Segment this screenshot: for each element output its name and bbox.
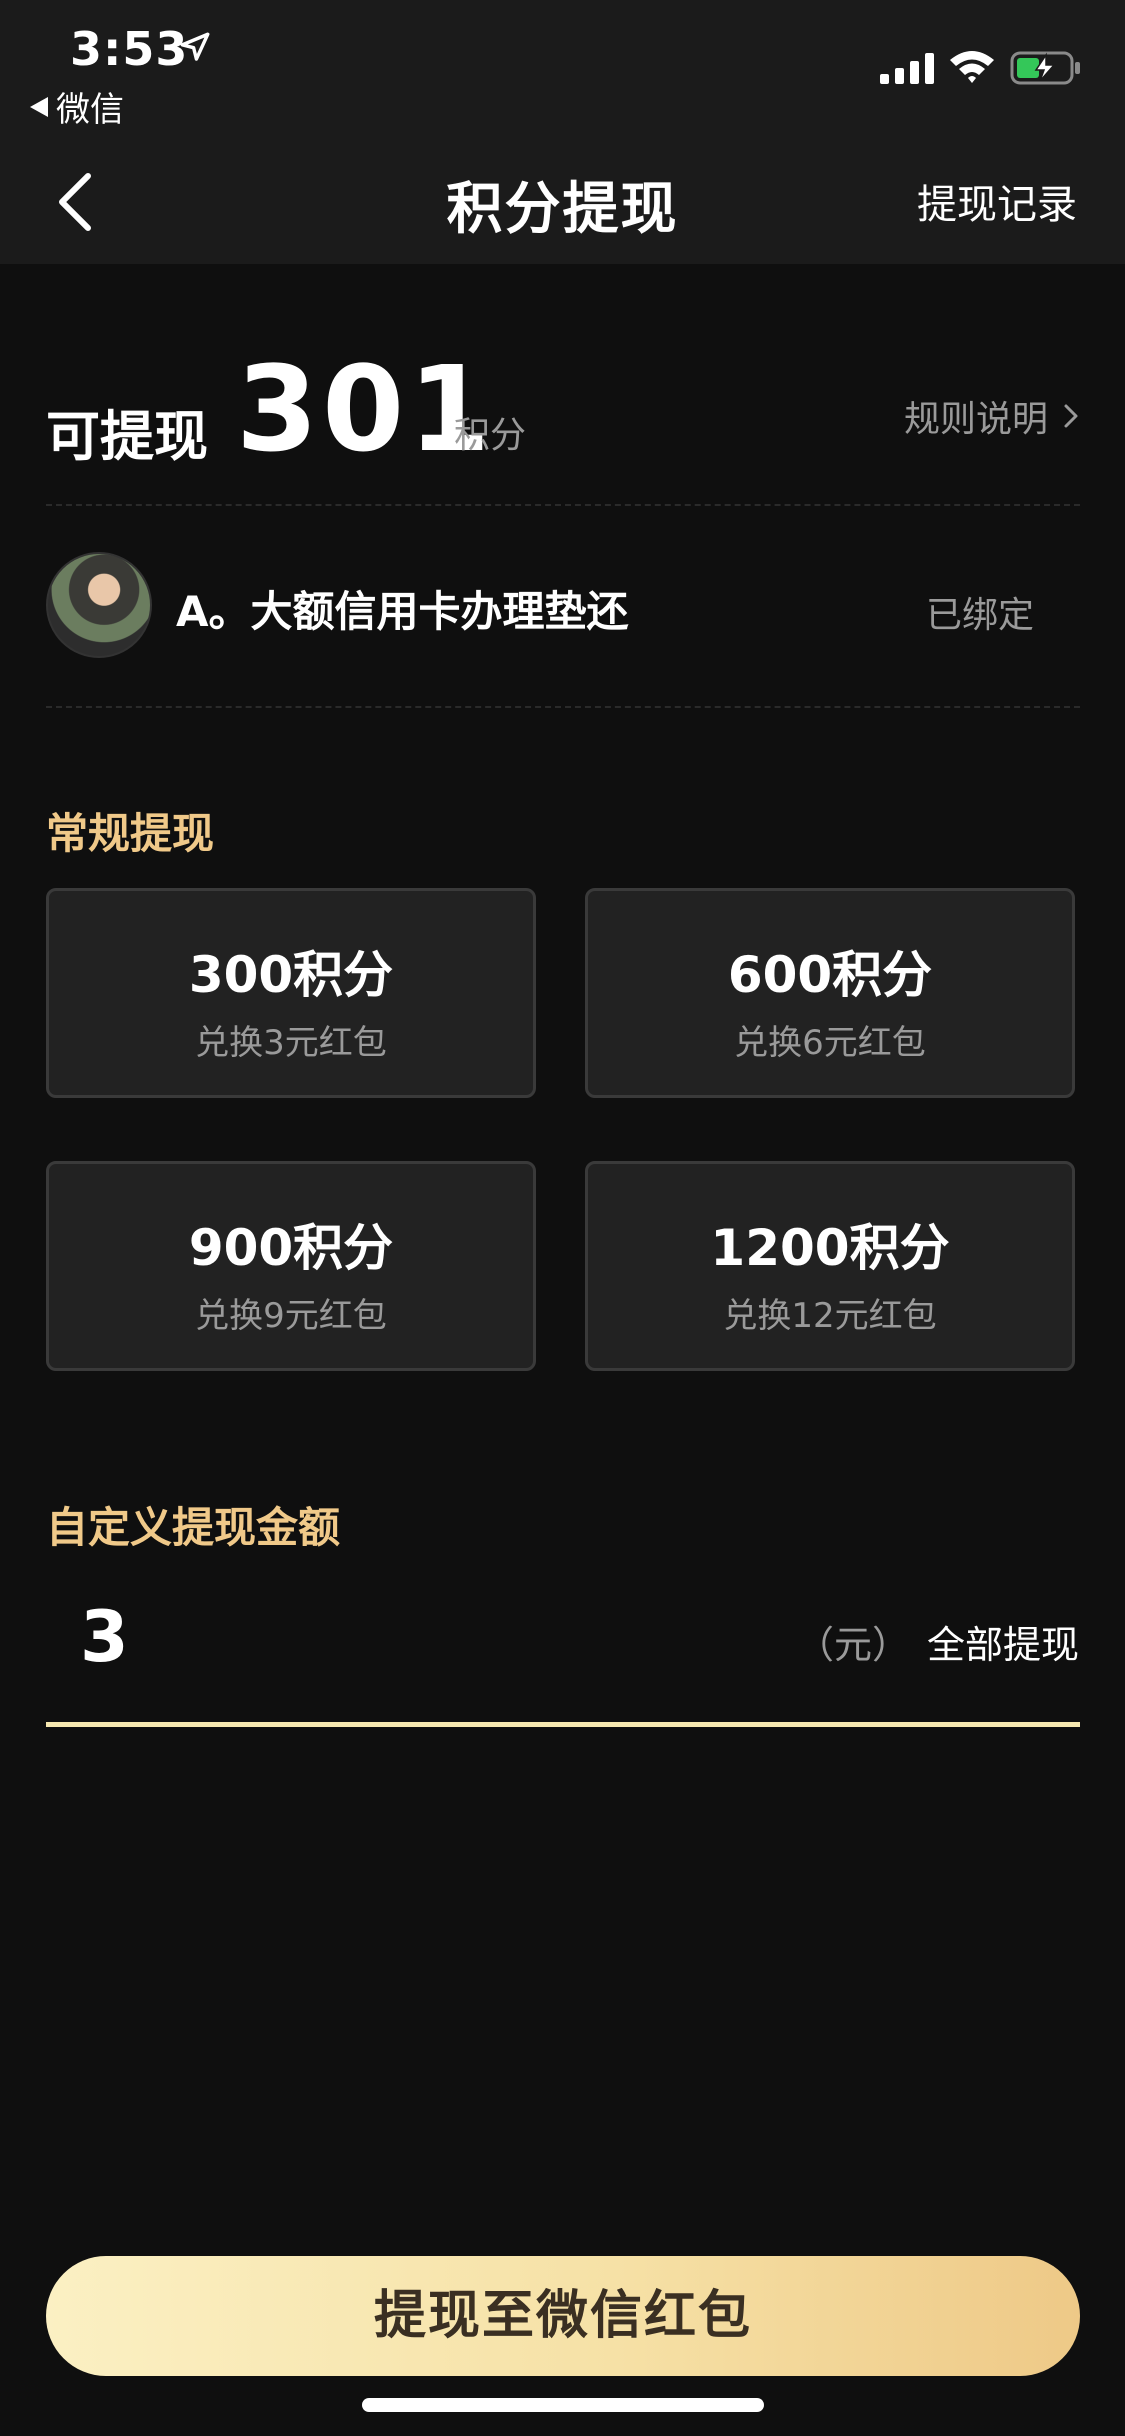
option-points: 600积分: [727, 946, 933, 1004]
cellular-signal-icon: [880, 53, 934, 84]
divider: [46, 706, 1080, 708]
account-name: A。大额信用卡办理垫还: [176, 587, 629, 636]
divider: [46, 504, 1080, 506]
location-arrow-icon: [180, 32, 210, 61]
custom-withdraw-title: 自定义提现金额: [46, 1503, 341, 1552]
option-desc: 兑换9元红包: [195, 1296, 387, 1336]
option-points: 300积分: [188, 946, 394, 1004]
back-to-wechat[interactable]: 微信: [30, 82, 124, 131]
withdraw-option-1200[interactable]: 1200积分 兑换12元红包: [585, 1161, 1075, 1371]
withdraw-option-300[interactable]: 300积分 兑换3元红包: [46, 888, 536, 1098]
back-triangle-icon: [30, 96, 48, 117]
withdraw-option-600[interactable]: 600积分 兑换6元红包: [585, 888, 1075, 1098]
rules-link[interactable]: 规则说明: [904, 390, 1080, 442]
battery-charging-icon: [1010, 51, 1080, 85]
wifi-icon: [950, 51, 994, 83]
bound-account: A。大额信用卡办理垫还 已绑定: [46, 550, 1080, 660]
option-points: 1200积分: [710, 1219, 950, 1277]
custom-amount-input[interactable]: 3: [80, 1596, 129, 1678]
balance-section: 可提现 301 积分 规则说明: [46, 340, 1080, 478]
option-desc: 兑换12元红包: [723, 1296, 937, 1336]
rules-label: 规则说明: [903, 399, 1048, 440]
currency-unit: （元）: [796, 1623, 911, 1667]
status-bar: 3:53 微信: [0, 0, 1125, 140]
withdraw-record-link[interactable]: 提现记录: [917, 172, 1077, 230]
avatar: [46, 552, 152, 658]
submit-withdraw-button[interactable]: 提现至微信红包: [46, 2256, 1080, 2376]
nav-bar: 积分提现 提现记录: [0, 140, 1125, 264]
input-underline: [46, 1722, 1080, 1727]
regular-withdraw-title: 常规提现: [46, 809, 215, 858]
option-desc: 兑换6元红包: [734, 1023, 926, 1063]
option-points: 900积分: [188, 1219, 394, 1277]
option-desc: 兑换3元红包: [195, 1023, 387, 1063]
balance-label: 可提现: [46, 405, 208, 468]
back-app-label: 微信: [56, 90, 124, 130]
status-time: 3:53: [70, 22, 189, 76]
balance-unit: 积分: [454, 415, 527, 456]
bound-status: 已绑定: [925, 595, 1034, 636]
chevron-right-icon: [1064, 404, 1078, 428]
withdraw-all-button[interactable]: 全部提现: [927, 1614, 1079, 1669]
withdraw-option-900[interactable]: 900积分 兑换9元红包: [46, 1161, 536, 1371]
home-indicator: [362, 2398, 764, 2412]
